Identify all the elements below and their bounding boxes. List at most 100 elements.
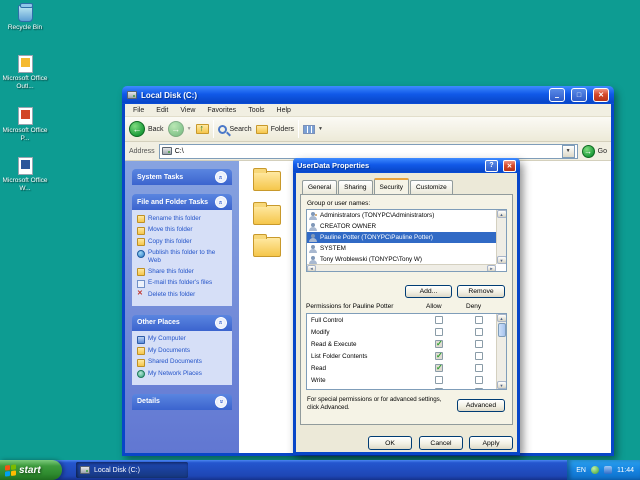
place-my-documents[interactable]: My Documents <box>135 345 229 357</box>
task-share-folder[interactable]: Share this folder <box>135 266 229 278</box>
desktop-icon-office-outlook[interactable]: Microsoft Office Outl... <box>1 55 49 91</box>
details-header[interactable]: Details <box>132 393 232 410</box>
user-row[interactable]: CREATOR OWNER <box>307 221 496 232</box>
start-button[interactable]: start <box>0 460 62 480</box>
scroll-left-button[interactable]: ◄ <box>307 264 316 271</box>
allow-checkbox[interactable] <box>435 351 443 360</box>
scroll-up-button[interactable]: ▲ <box>496 210 506 218</box>
deny-checkbox[interactable] <box>475 340 483 348</box>
place-my-network-places[interactable]: My Network Places <box>135 368 229 380</box>
go-button[interactable]: → Go <box>581 144 607 158</box>
user-list[interactable]: Administrators (TONYPC\Administrators) C… <box>306 209 507 272</box>
add-button[interactable]: Add... <box>405 285 452 298</box>
place-my-computer[interactable]: My Computer <box>135 334 229 346</box>
user-row[interactable]: Administrators (TONYPC\Administrators) <box>307 210 496 221</box>
desktop-icon-office-word[interactable]: Microsoft Office W... <box>1 157 49 193</box>
chevron-down-icon[interactable] <box>215 395 227 408</box>
menu-file[interactable]: File <box>127 107 150 114</box>
horizontal-scrollbar[interactable]: ◄ ► <box>307 264 496 271</box>
desktop-icon-recycle-bin[interactable]: Recycle Bin <box>1 3 49 32</box>
permissions-list[interactable]: Full Control Modify Read & Execute List … <box>306 313 507 390</box>
deny-checkbox[interactable] <box>475 316 483 324</box>
remove-button[interactable]: Remove <box>457 285 505 298</box>
task-publish-folder[interactable]: Publish this folder to the Web <box>135 248 229 267</box>
folder-item[interactable] <box>253 202 281 225</box>
chevron-up-icon[interactable] <box>215 171 227 183</box>
scroll-down-button[interactable]: ▼ <box>496 381 506 389</box>
forward-button[interactable]: → ▼ <box>167 121 192 137</box>
folder-item[interactable] <box>253 168 281 191</box>
address-dropdown-button[interactable]: ▼ <box>561 144 575 158</box>
permission-row: Read & Execute <box>307 338 496 350</box>
cancel-button[interactable]: Cancel <box>419 436 463 450</box>
folder-icon <box>137 268 145 277</box>
deny-checkbox[interactable] <box>475 388 483 389</box>
maximize-button[interactable] <box>571 88 587 102</box>
dialog-close-button[interactable] <box>503 159 516 172</box>
system-tasks-header[interactable]: System Tasks <box>132 169 232 185</box>
user-row[interactable]: SYSTEM <box>307 243 496 254</box>
file-folder-tasks-header[interactable]: File and Folder Tasks <box>132 194 232 210</box>
menu-edit[interactable]: Edit <box>150 107 174 114</box>
deny-checkbox[interactable] <box>475 376 483 384</box>
tray-status-icon[interactable] <box>591 466 599 474</box>
menu-favorites[interactable]: Favorites <box>201 107 242 114</box>
task-email-files[interactable]: E-mail this folder's files <box>135 278 229 290</box>
explorer-titlebar[interactable]: Local Disk (C:) <box>122 86 614 104</box>
apply-button[interactable]: Apply <box>469 436 513 450</box>
other-places-header[interactable]: Other Places <box>132 314 232 331</box>
allow-checkbox[interactable] <box>435 388 443 389</box>
search-button[interactable]: Search <box>217 124 252 134</box>
close-button[interactable] <box>593 88 609 102</box>
address-input[interactable]: C:\ ▼ <box>158 143 578 159</box>
allow-checkbox[interactable] <box>435 328 443 336</box>
scroll-right-button[interactable]: ► <box>487 264 496 271</box>
folders-label: Folders <box>270 125 295 133</box>
language-indicator[interactable]: EN <box>576 467 586 474</box>
tab-general[interactable]: General <box>302 180 338 194</box>
advanced-button[interactable]: Advanced <box>457 399 505 412</box>
task-delete-folder[interactable]: Delete this folder <box>135 289 229 301</box>
mail-icon <box>137 279 145 288</box>
deny-checkbox[interactable] <box>475 352 483 360</box>
deny-checkbox[interactable] <box>475 328 483 336</box>
tab-customize[interactable]: Customize <box>410 180 453 194</box>
minimize-button[interactable] <box>549 88 565 102</box>
user-row[interactable]: Pauline Potter (TONYPC\Pauline Potter) <box>307 232 496 243</box>
scroll-down-button[interactable]: ▼ <box>496 256 506 264</box>
allow-checkbox[interactable] <box>435 316 443 324</box>
permission-row: Read <box>307 362 496 374</box>
scroll-up-button[interactable]: ▲ <box>496 314 506 322</box>
taskbar-task-local-disk[interactable]: Local Disk (C:) <box>76 462 188 478</box>
tab-security[interactable]: Security <box>373 178 410 194</box>
allow-checkbox[interactable] <box>435 363 443 372</box>
chevron-up-icon[interactable] <box>215 316 227 329</box>
place-label: Shared Documents <box>148 358 202 366</box>
menu-view[interactable]: View <box>174 107 201 114</box>
desktop-icon-office-powerpoint[interactable]: Microsoft Office P... <box>1 107 49 143</box>
place-shared-documents[interactable]: Shared Documents <box>135 357 229 369</box>
allow-checkbox[interactable] <box>435 376 443 384</box>
clock: 11:44 <box>617 466 634 474</box>
menu-help[interactable]: Help <box>271 107 297 114</box>
allow-checkbox[interactable] <box>435 339 443 348</box>
views-button[interactable]: ▼ <box>303 124 323 134</box>
vertical-scrollbar[interactable]: ▲ ▼ <box>496 210 506 264</box>
deny-checkbox[interactable] <box>475 364 483 372</box>
vertical-scrollbar[interactable]: ▲ ▼ <box>496 314 506 389</box>
up-button[interactable] <box>195 123 209 134</box>
task-rename-folder[interactable]: Rename this folder <box>135 213 229 225</box>
tray-status-icon[interactable] <box>604 466 612 474</box>
folder-item[interactable] <box>253 234 281 257</box>
menu-tools[interactable]: Tools <box>242 107 270 114</box>
task-move-folder[interactable]: Move this folder <box>135 225 229 237</box>
tab-sharing[interactable]: Sharing <box>338 180 373 194</box>
ok-button[interactable]: OK <box>368 436 412 450</box>
dialog-titlebar[interactable]: UserData Properties <box>293 158 520 173</box>
back-button[interactable]: ← Back <box>129 121 164 137</box>
help-button[interactable] <box>485 159 498 172</box>
folders-button[interactable]: Folders <box>255 124 295 134</box>
scrollbar-thumb[interactable] <box>498 323 506 337</box>
chevron-up-icon[interactable] <box>215 196 227 208</box>
task-copy-folder[interactable]: Copy this folder <box>135 236 229 248</box>
